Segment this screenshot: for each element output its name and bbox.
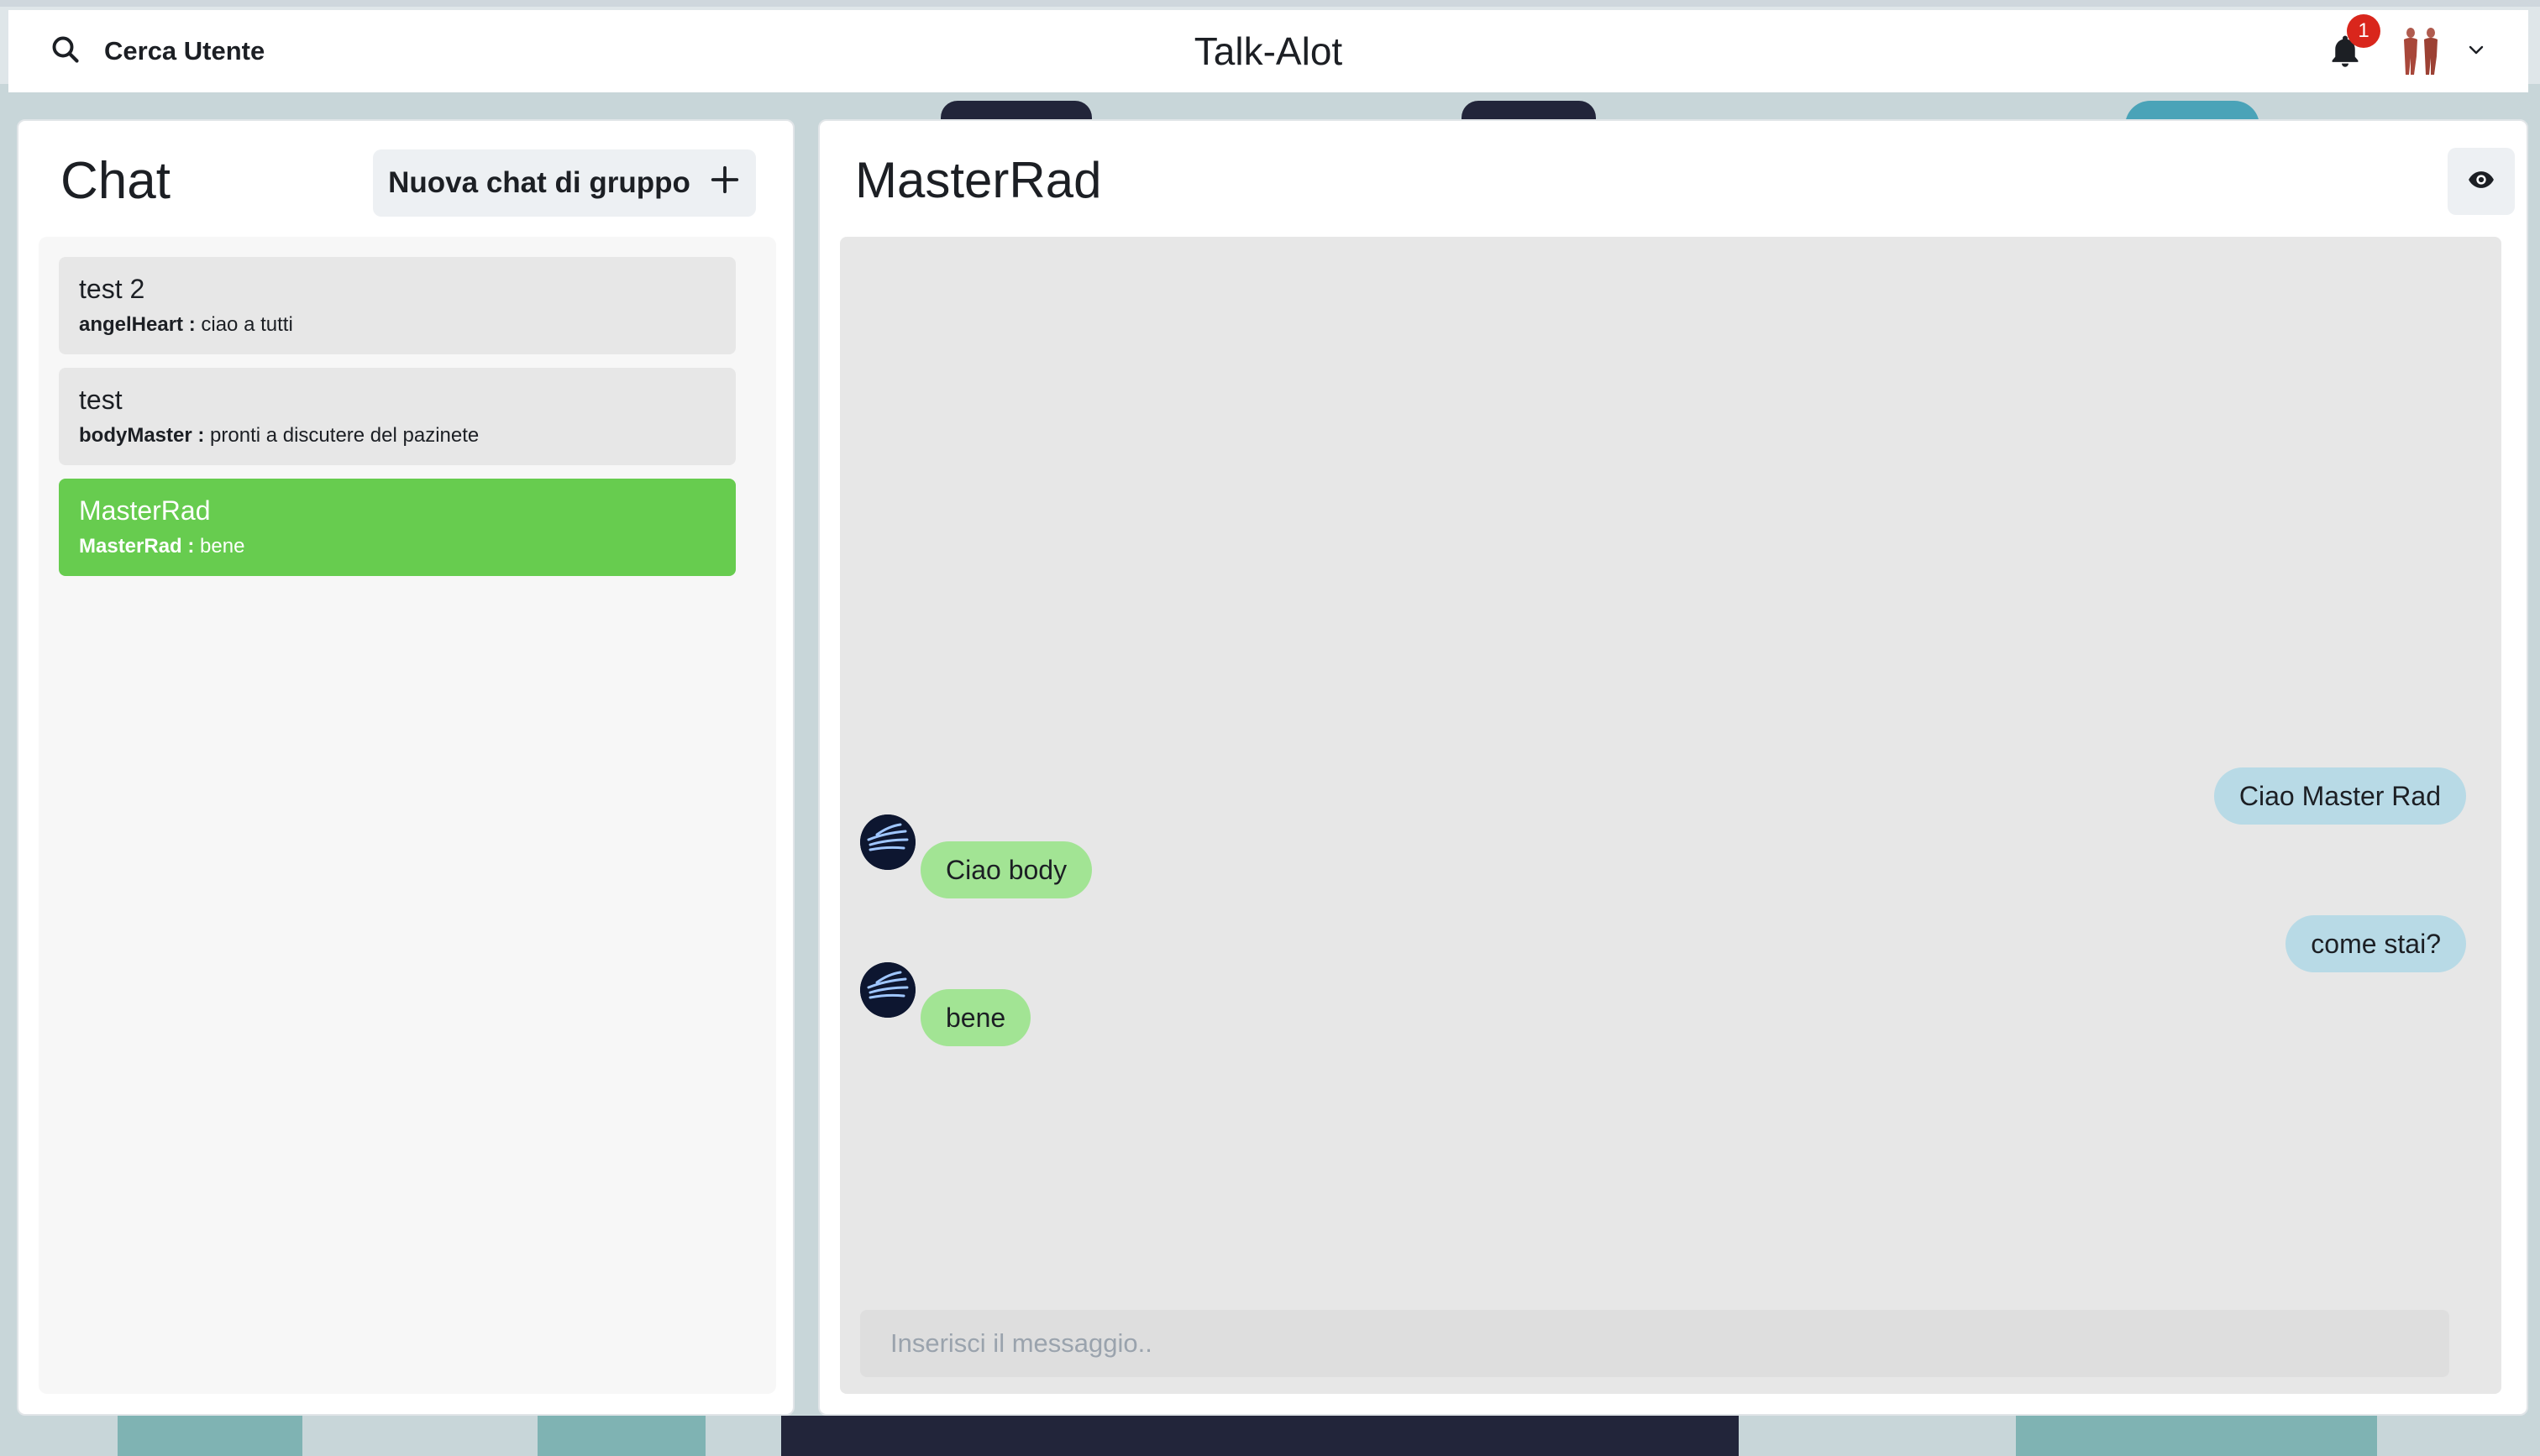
chat-last-text: ciao a tutti (201, 313, 293, 336)
chat-last-sender: MasterRad : (79, 535, 195, 558)
notifications-button[interactable]: 1 (2327, 14, 2380, 73)
contact-avatar (860, 814, 916, 870)
message-bubble-outgoing: Ciao Master Rad (2213, 767, 2466, 825)
user-avatar (2394, 24, 2448, 78)
conversation-title: MasterRad (855, 152, 1102, 208)
new-group-chat-label: Nuova chat di gruppo (388, 166, 690, 199)
message-bubble-outgoing: come stai? (2285, 915, 2466, 972)
chevron-down-icon (2466, 39, 2486, 64)
contact-avatar (860, 962, 916, 1018)
user-menu[interactable] (2394, 24, 2486, 78)
new-group-chat-button[interactable]: Nuova chat di gruppo (373, 149, 756, 217)
bell-icon (2327, 35, 2364, 73)
plus-icon (709, 164, 741, 203)
chat-name: test (79, 385, 123, 415)
chat-list-item-active[interactable]: MasterRad MasterRad : bene (59, 479, 736, 576)
conversation-panel: MasterRad Ciao Master Rad Ciao body come… (818, 119, 2528, 1416)
chat-list: test 2 angelHeart : ciao a tutti test bo… (39, 237, 776, 1394)
chat-list-heading: Chat (60, 152, 171, 210)
message-bubble-incoming: bene (921, 989, 1031, 1046)
message-input[interactable] (860, 1310, 2449, 1377)
chat-last-message: MasterRad : bene (79, 535, 716, 558)
message-bubble-incoming: Ciao body (921, 841, 1093, 898)
chat-list-panel: Chat Nuova chat di gruppo test 2 angelHe… (17, 119, 795, 1416)
top-navbar: Cerca Utente Talk-Alot 1 (8, 10, 2528, 92)
chat-last-text: pronti a discutere del pazinete (210, 424, 480, 447)
top-border (0, 0, 2540, 7)
chat-name: test 2 (79, 274, 145, 304)
view-profile-button[interactable] (2448, 148, 2515, 215)
chat-name: MasterRad (79, 495, 211, 526)
search-user-button[interactable]: Cerca Utente (8, 10, 265, 92)
chat-list-item[interactable]: test 2 angelHeart : ciao a tutti (59, 257, 736, 354)
chat-last-text: bene (200, 535, 245, 558)
eye-icon (2467, 165, 2495, 198)
chat-last-message: angelHeart : ciao a tutti (79, 313, 716, 337)
search-icon (50, 34, 81, 69)
chat-last-message: bodyMaster : pronti a discutere del pazi… (79, 424, 716, 448)
notification-badge: 1 (2347, 14, 2380, 48)
app-title: Talk-Alot (1194, 29, 1343, 73)
chat-list-item[interactable]: test bodyMaster : pronti a discutere del… (59, 368, 736, 465)
search-user-label: Cerca Utente (104, 36, 265, 65)
chat-last-sender: angelHeart : (79, 313, 196, 336)
messages-area: Ciao Master Rad Ciao body come stai? ben… (840, 237, 2501, 1394)
chat-last-sender: bodyMaster : (79, 424, 205, 447)
